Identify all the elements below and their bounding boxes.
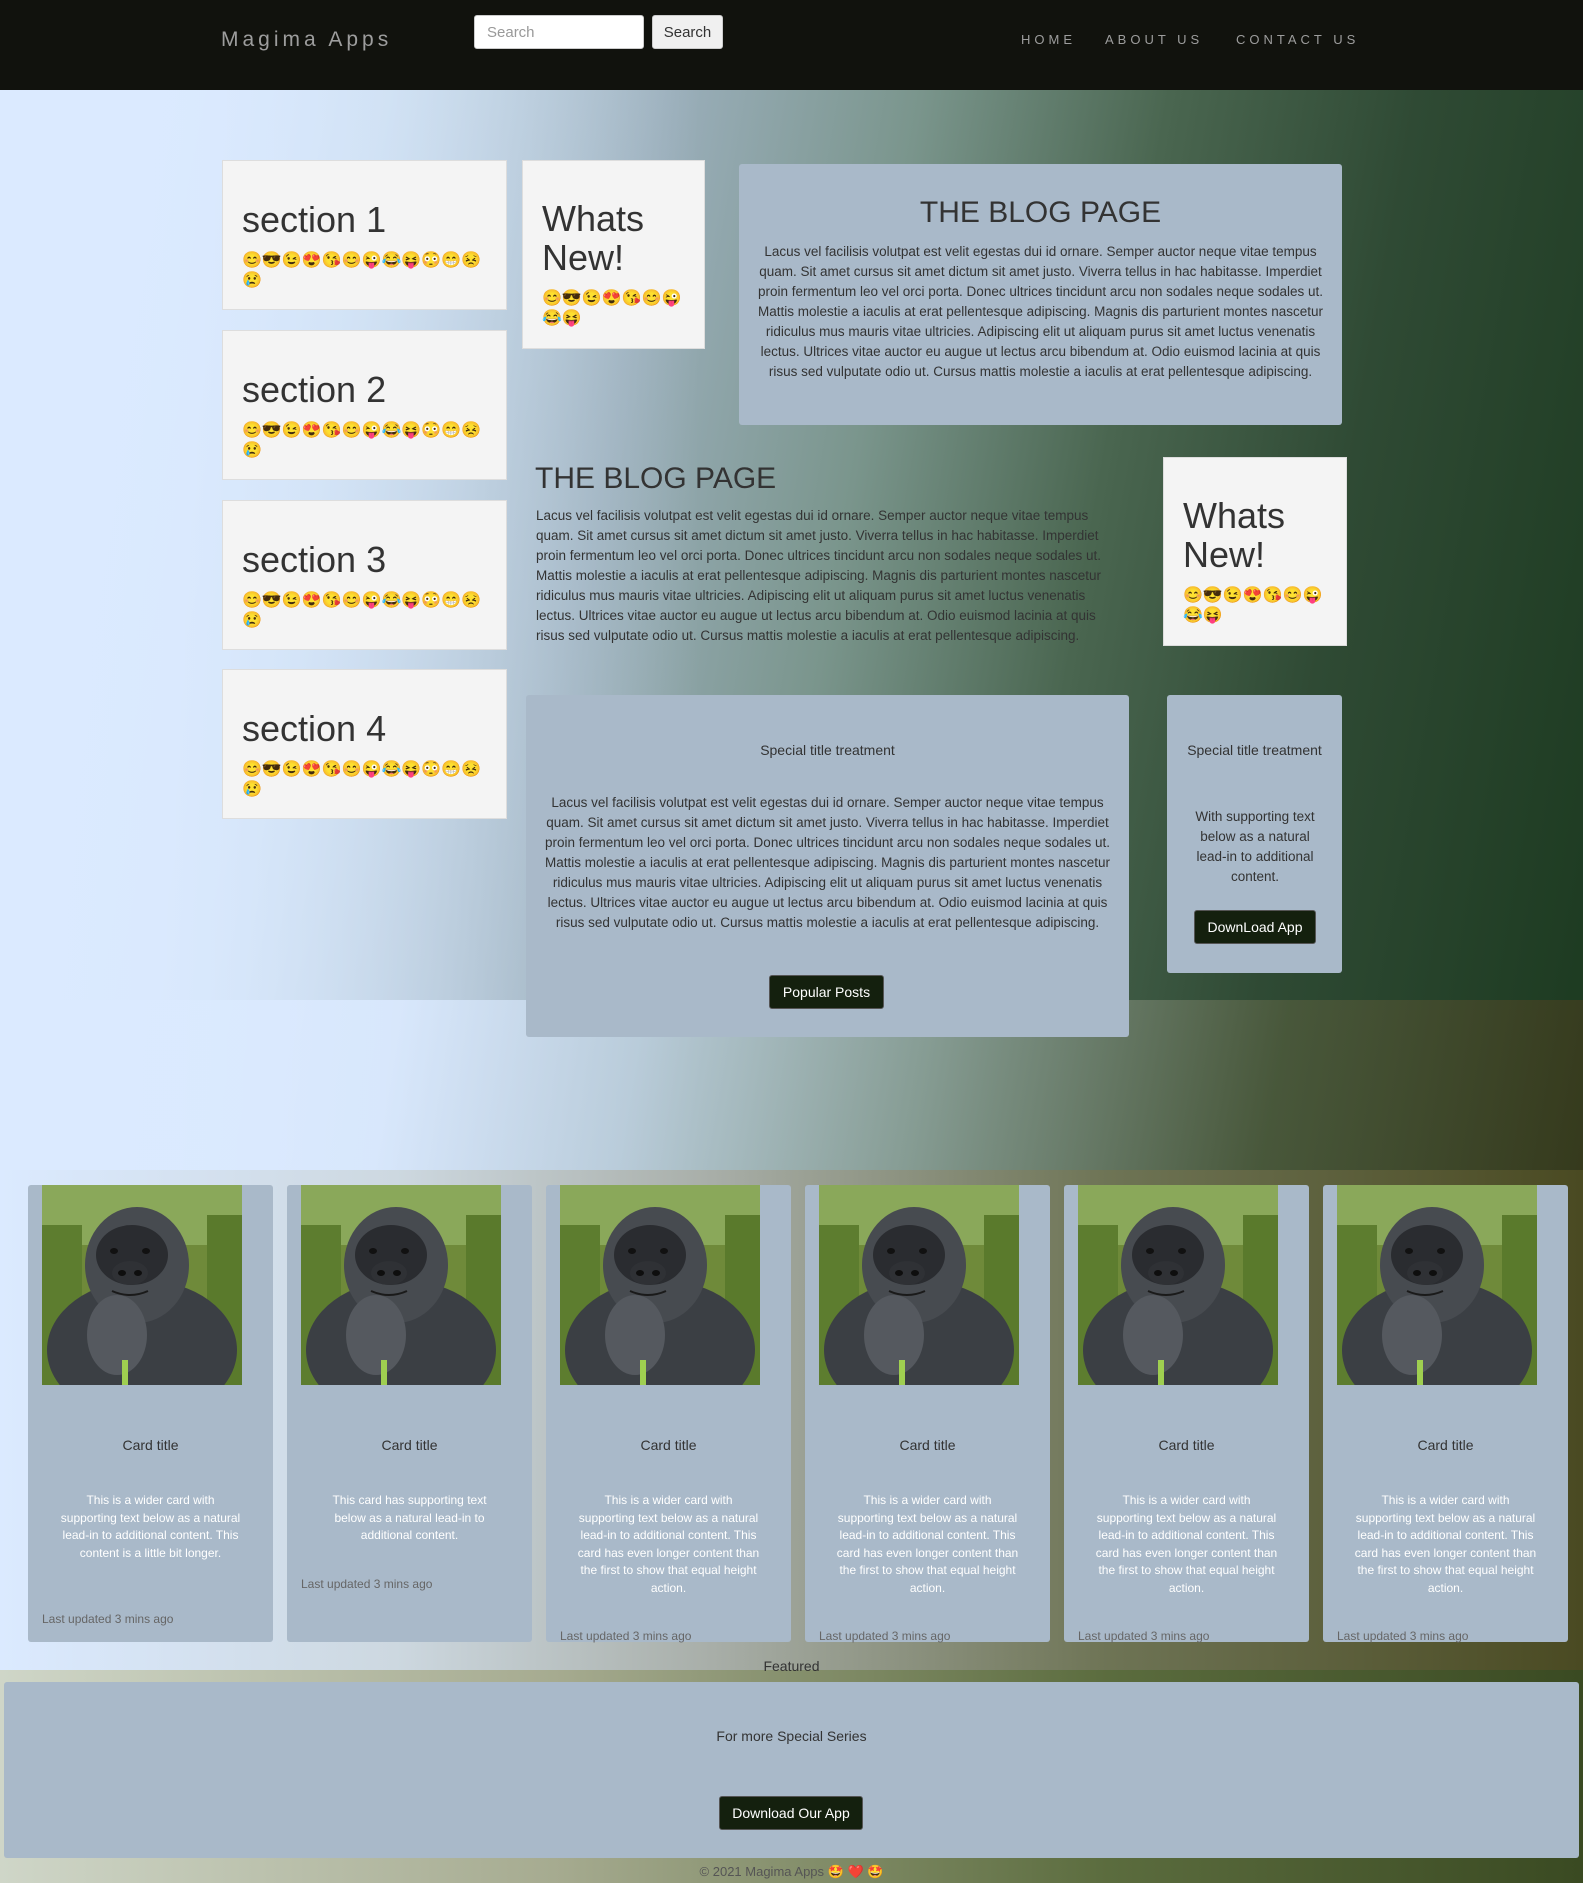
section-card-1[interactable]: section 1 😊😎😉😍😘😊😜😂😝😳😁😣😢 xyxy=(222,160,507,310)
card-text: This is a wider card with supporting tex… xyxy=(577,1493,760,1595)
blog-title: THE BLOG PAGE xyxy=(919,196,1162,229)
emoji-row: 😊😎😉😍😘😊😜😂😝 xyxy=(542,290,682,327)
nav-contact-link[interactable]: CONTACT US xyxy=(1236,32,1359,47)
special-series-card: For more Special Series Download Our App xyxy=(4,1682,1579,1858)
nav-home-link[interactable]: HOME xyxy=(1021,32,1076,47)
card-text: This card has supporting text below as a… xyxy=(332,1493,487,1542)
popular-posts-button[interactable]: Popular Posts xyxy=(769,975,884,1009)
card-text: This is a wider card with supporting tex… xyxy=(836,1493,1019,1595)
gorilla-card[interactable]: Card title This is a wider card with sup… xyxy=(1064,1185,1309,1643)
blog-box: THE BLOG PAGE Lacus vel facilisis volutp… xyxy=(739,164,1342,425)
download-app-button[interactable]: DownLoad App xyxy=(1194,910,1316,944)
card-meta: Last updated 3 mins ago xyxy=(301,1577,433,1591)
card-meta: Last updated 3 mins ago xyxy=(42,1612,174,1626)
card-meta: Last updated 3 mins ago xyxy=(819,1629,951,1643)
blog-title: THE BLOG PAGE xyxy=(535,462,777,495)
gorilla-image xyxy=(42,1185,242,1385)
card-title: Card title xyxy=(381,1437,438,1453)
featured-label: Featured xyxy=(763,1658,820,1674)
emoji-row: 😊😎😉😍😘😊😜😂😝 xyxy=(1183,587,1323,624)
special-text: With supporting text below as a natural … xyxy=(1195,809,1315,884)
section-title: section 1 xyxy=(242,199,387,240)
navbar: Magima Apps Search HOME ABOUT US CONTACT… xyxy=(0,0,1583,90)
card-text: This is a wider card with supporting tex… xyxy=(60,1493,241,1560)
card-title: Card title xyxy=(122,1437,179,1453)
gorilla-card[interactable]: Card title This is a wider card with sup… xyxy=(805,1185,1050,1643)
card-title: Card title xyxy=(640,1437,697,1453)
gorilla-image xyxy=(560,1185,760,1385)
section-title: section 2 xyxy=(242,369,387,410)
gorilla-image xyxy=(1337,1185,1537,1385)
card-title: Card title xyxy=(1417,1437,1474,1453)
special-title: Special title treatment xyxy=(1187,742,1322,758)
section-card-4[interactable]: section 4 😊😎😉😍😘😊😜😂😝😳😁😣😢 xyxy=(222,669,507,819)
whats-new-card[interactable]: Whats New! 😊😎😉😍😘😊😜😂😝 xyxy=(522,160,705,349)
nav-about-link[interactable]: ABOUT US xyxy=(1105,32,1203,47)
search-button[interactable]: Search xyxy=(652,15,723,49)
copyright: © 2021 Magima Apps 🤩 ❤️ 🤩 xyxy=(699,1864,884,1879)
gorilla-card[interactable]: Card title This is a wider card with sup… xyxy=(546,1185,791,1643)
gorilla-card[interactable]: Card title This is a wider card with sup… xyxy=(28,1185,273,1642)
special-card: Special title treatment Lacus vel facili… xyxy=(526,695,1129,1037)
card-meta: Last updated 3 mins ago xyxy=(560,1629,692,1643)
emoji-row: 😊😎😉😍😘😊😜😂😝😳😁😣😢 xyxy=(242,252,482,289)
whats-new-card[interactable]: Whats New! 😊😎😉😍😘😊😜😂😝 xyxy=(1163,457,1347,646)
section-title: section 4 xyxy=(242,708,387,749)
emoji-row: 😊😎😉😍😘😊😜😂😝😳😁😣😢 xyxy=(242,761,482,798)
gorilla-image xyxy=(1078,1185,1278,1385)
gorilla-image xyxy=(301,1185,501,1385)
blog-text: Lacus vel facilisis volutpat est velit e… xyxy=(757,244,1324,379)
brand-logo[interactable]: Magima Apps xyxy=(221,28,392,52)
search-input[interactable] xyxy=(474,15,644,49)
gorilla-card[interactable]: Card title This is a wider card with sup… xyxy=(1323,1185,1568,1643)
whats-new-title: Whats New! xyxy=(542,198,645,278)
section-card-3[interactable]: section 3 😊😎😉😍😘😊😜😂😝😳😁😣😢 xyxy=(222,500,507,650)
special-title: Special title treatment xyxy=(760,742,895,758)
card-title: Card title xyxy=(899,1437,956,1453)
emoji-row: 😊😎😉😍😘😊😜😂😝😳😁😣😢 xyxy=(242,592,482,629)
gorilla-image xyxy=(819,1185,1019,1385)
special-series-title: For more Special Series xyxy=(716,1728,867,1744)
card-text: This is a wider card with supporting tex… xyxy=(1095,1493,1278,1595)
card-title: Card title xyxy=(1158,1437,1215,1453)
emoji-row: 😊😎😉😍😘😊😜😂😝😳😁😣😢 xyxy=(242,422,482,459)
gorilla-card[interactable]: Card title This card has supporting text… xyxy=(287,1185,532,1642)
card-text: This is a wider card with supporting tex… xyxy=(1354,1493,1537,1595)
special-card-small: Special title treatment With supporting … xyxy=(1167,695,1342,973)
section-title: section 3 xyxy=(242,539,387,580)
whats-new-title: Whats New! xyxy=(1183,495,1286,575)
special-text: Lacus vel facilisis volutpat est velit e… xyxy=(544,795,1111,930)
card-meta: Last updated 3 mins ago xyxy=(1078,1629,1210,1643)
card-meta: Last updated 3 mins ago xyxy=(1337,1629,1469,1643)
section-card-2[interactable]: section 2 😊😎😉😍😘😊😜😂😝😳😁😣😢 xyxy=(222,330,507,480)
download-our-app-button[interactable]: Download Our App xyxy=(719,1796,863,1830)
blog-text: Lacus vel facilisis volutpat est velit e… xyxy=(536,508,1102,643)
